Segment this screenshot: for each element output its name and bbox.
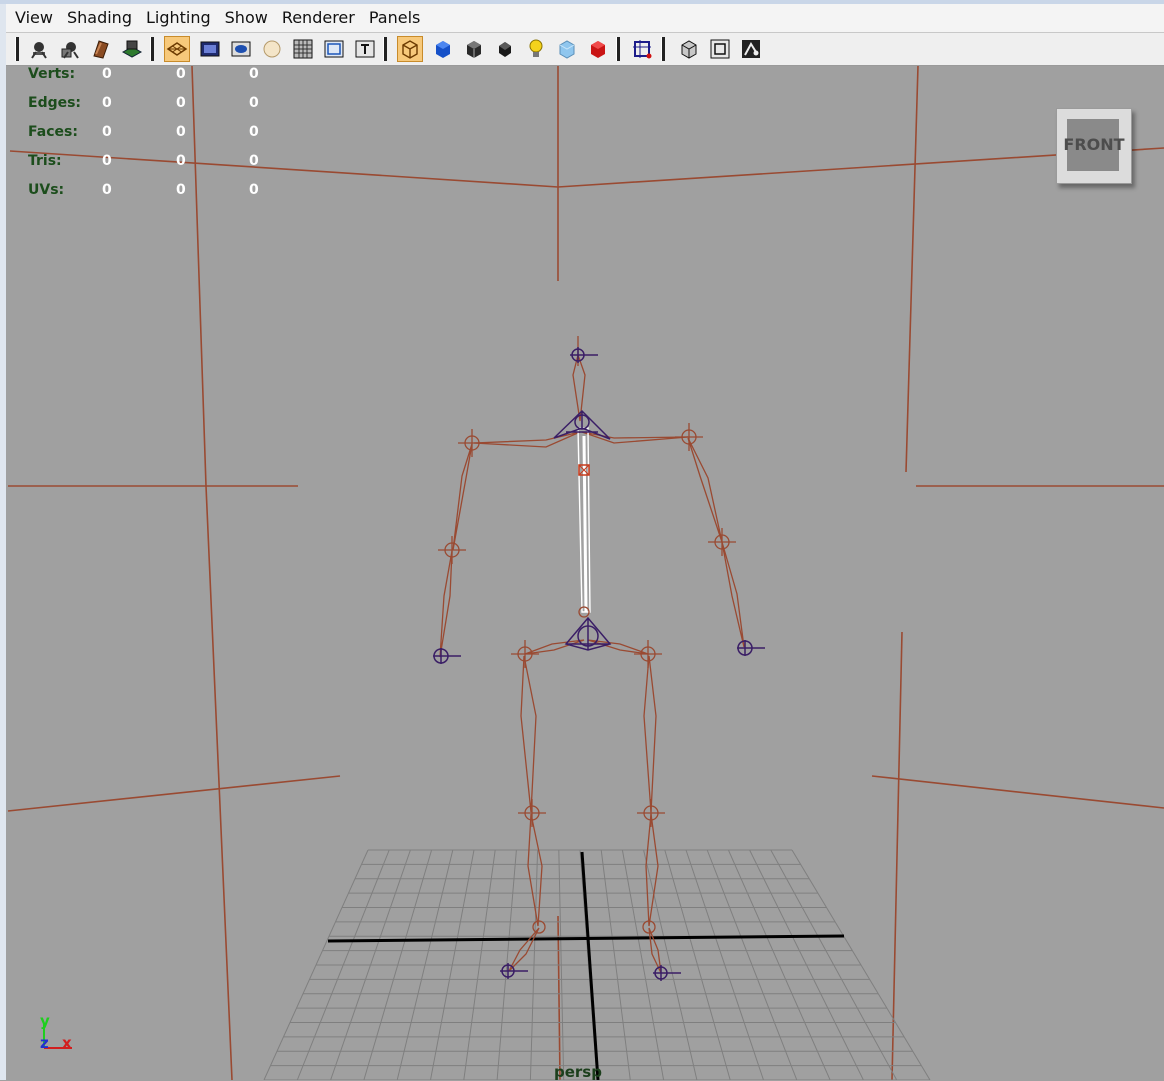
menu-renderer[interactable]: Renderer xyxy=(275,4,362,32)
hud-value: 0 xyxy=(249,182,259,198)
toolbar-separator xyxy=(15,37,19,61)
toolbar-separator xyxy=(661,37,665,61)
textured-icon[interactable] xyxy=(461,36,487,62)
menu-shading[interactable]: Shading xyxy=(60,4,139,32)
hud-label-uvs: UVs: xyxy=(28,182,65,198)
skeleton-bones xyxy=(439,352,745,974)
menu-panels[interactable]: Panels xyxy=(362,4,428,32)
use-all-lights-icon[interactable] xyxy=(523,36,549,62)
hud-label-verts: Verts: xyxy=(28,66,76,82)
safe-action-icon[interactable] xyxy=(321,36,347,62)
bookmark-icon[interactable] xyxy=(88,36,114,62)
toolbar-separator xyxy=(383,37,387,61)
axis-gizmo: y z x xyxy=(38,1012,88,1062)
hud-value: 0 xyxy=(249,66,259,82)
menu-view[interactable]: View xyxy=(6,4,60,32)
default-material-icon[interactable] xyxy=(492,36,518,62)
panel-toolbar xyxy=(6,33,1164,66)
hud-label-edges: Edges: xyxy=(28,95,82,111)
view-cube[interactable]: FRONT xyxy=(1056,108,1132,184)
axis-z-label: z xyxy=(40,1034,49,1052)
viewport-scene xyxy=(7,66,1164,1080)
hud-value: 0 xyxy=(102,66,112,82)
hud-value: 0 xyxy=(102,95,112,111)
hud-value: 0 xyxy=(176,124,186,140)
hud-value: 0 xyxy=(249,153,259,169)
skeleton-joints xyxy=(438,336,736,934)
camera-select-icon[interactable] xyxy=(26,36,52,62)
camera-attributes-icon[interactable] xyxy=(57,36,83,62)
select-camera-icon[interactable] xyxy=(738,36,764,62)
hud-value: 0 xyxy=(102,182,112,198)
hud-value: 0 xyxy=(249,95,259,111)
hud-value: 0 xyxy=(249,124,259,140)
hud-value: 0 xyxy=(176,153,186,169)
resolution-gate-icon[interactable] xyxy=(228,36,254,62)
wireframe-icon[interactable] xyxy=(397,36,423,62)
hud-value: 0 xyxy=(102,124,112,140)
hud-value: 0 xyxy=(176,66,186,82)
field-chart-icon[interactable] xyxy=(290,36,316,62)
smooth-shade-icon[interactable] xyxy=(430,36,456,62)
xray-joints-icon[interactable] xyxy=(585,36,611,62)
camera-name-label: persp xyxy=(554,1063,602,1081)
hud-value: 0 xyxy=(102,153,112,169)
hud-value: 0 xyxy=(176,182,186,198)
frame-all-icon[interactable] xyxy=(707,36,733,62)
selected-spine xyxy=(577,427,591,613)
grid-toggle-icon[interactable] xyxy=(164,36,190,62)
panel-menu-bar: View Shading Lighting Show Renderer Pane… xyxy=(6,4,1164,33)
hud-label-tris: Tris: xyxy=(28,153,62,169)
menu-lighting[interactable]: Lighting xyxy=(139,4,218,32)
image-plane-icon[interactable] xyxy=(119,36,145,62)
safe-title-icon[interactable] xyxy=(352,36,378,62)
axis-y-label: y xyxy=(40,1012,50,1030)
toolbar-separator xyxy=(616,37,620,61)
film-gate-icon[interactable] xyxy=(197,36,223,62)
view-cube-label: FRONT xyxy=(1063,135,1125,154)
perspective-viewport[interactable]: Verts: 0 0 0 Edges: 0 0 0 Faces: 0 0 0 T… xyxy=(6,66,1164,1081)
toolbar-separator xyxy=(150,37,154,61)
gate-mask-icon[interactable] xyxy=(259,36,285,62)
hud-value: 0 xyxy=(176,95,186,111)
axis-x-label: x xyxy=(62,1034,72,1052)
xray-icon[interactable] xyxy=(554,36,580,62)
isolate-select-icon[interactable] xyxy=(629,36,655,62)
hud-label-faces: Faces: xyxy=(28,124,78,140)
menu-show[interactable]: Show xyxy=(218,4,275,32)
wireframe-on-shaded-icon[interactable] xyxy=(676,36,702,62)
